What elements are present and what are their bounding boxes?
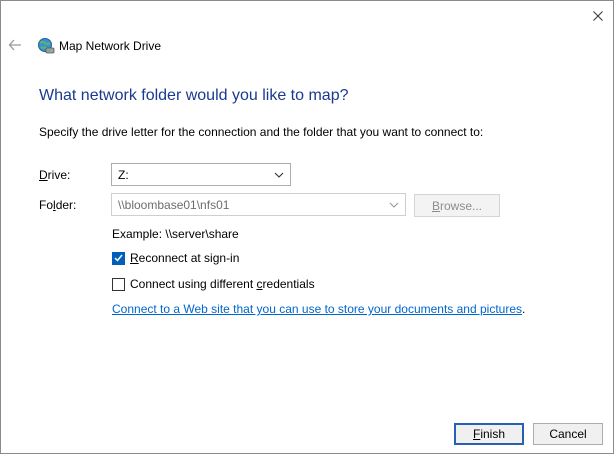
credentials-label: Connect using different credentials	[130, 277, 315, 291]
drive-label-rest: rive:	[47, 168, 71, 182]
cancel-button[interactable]: Cancel	[533, 423, 603, 445]
network-drive-icon	[37, 37, 55, 55]
folder-combobox[interactable]: \\bloombase01\nfs01	[111, 193, 406, 216]
chevron-down-icon	[274, 172, 284, 178]
map-network-drive-window: Map Network Drive What network folder wo…	[0, 0, 614, 454]
drive-select[interactable]: Z:	[111, 163, 291, 186]
finish-label-access-key: F	[472, 427, 481, 441]
back-button[interactable]	[7, 37, 27, 55]
window-title: Map Network Drive	[59, 39, 162, 53]
web-site-link[interactable]: Connect to a Web site that you can use t…	[112, 302, 522, 316]
page-heading: What network folder would you like to ma…	[39, 87, 349, 104]
close-button[interactable]	[583, 5, 613, 27]
finish-button[interactable]: Finish	[454, 423, 524, 445]
close-icon	[593, 11, 603, 21]
credentials-label-rest: redentials	[262, 277, 315, 291]
credentials-checkbox[interactable]	[112, 277, 125, 291]
reconnect-label-access-key: R	[130, 251, 139, 265]
web-site-link-row: Connect to a Web site that you can use t…	[112, 302, 525, 316]
reconnect-label-rest: econnect at sign-in	[138, 251, 240, 265]
instruction-text: Specify the drive letter for the connect…	[39, 125, 484, 139]
different-credentials-option[interactable]: Connect using different credentials	[112, 277, 315, 291]
folder-label: Folder:	[39, 198, 76, 212]
drive-label-access-key: D	[39, 168, 48, 182]
drive-label: Drive:	[39, 168, 70, 182]
reconnect-label: Reconnect at sign-in	[130, 251, 239, 265]
browse-button[interactable]: Browse...	[414, 194, 500, 217]
folder-value: \\bloombase01\nfs01	[118, 197, 230, 212]
chevron-down-icon	[389, 202, 399, 208]
drive-value: Z:	[118, 167, 129, 182]
credentials-label-prefix: Connect using different	[130, 277, 257, 291]
reconnect-option[interactable]: Reconnect at sign-in	[112, 251, 239, 265]
folder-label-rest: der:	[55, 198, 77, 212]
browse-label-rest: rowse...	[440, 198, 483, 213]
browse-label-access-key: B	[431, 198, 440, 213]
back-arrow-icon	[8, 39, 21, 51]
checkmark-icon	[114, 254, 123, 262]
reconnect-checkbox[interactable]	[112, 251, 125, 265]
example-text: Example: \\server\share	[112, 227, 239, 241]
finish-label-rest: inish	[480, 427, 506, 441]
folder-label-prefix: Fo	[39, 198, 54, 212]
link-suffix: .	[522, 302, 526, 316]
